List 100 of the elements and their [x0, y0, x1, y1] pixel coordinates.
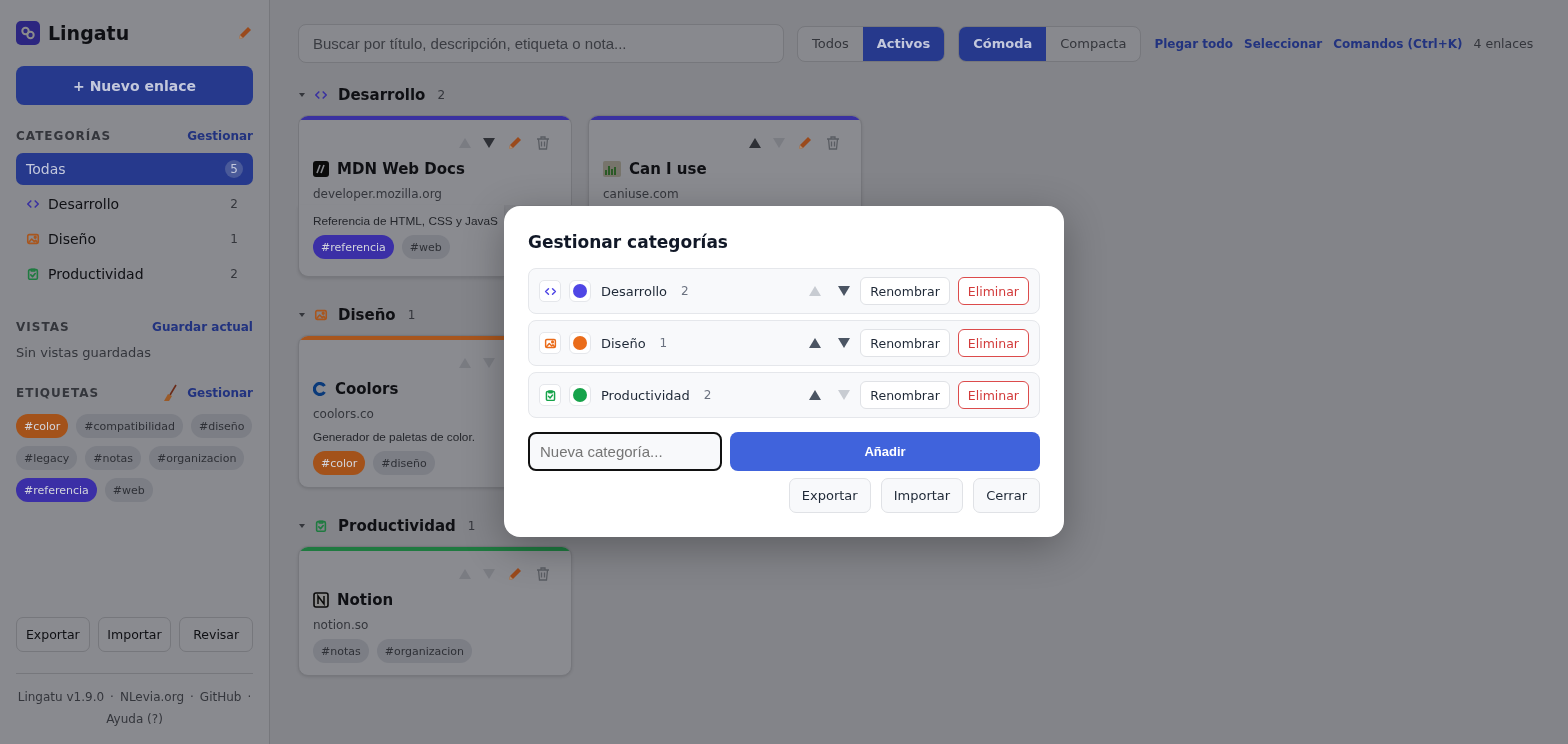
category-count: 2: [703, 388, 713, 402]
card-title: Coolors: [335, 380, 399, 398]
search-field[interactable]: Buscar por título, descripción, etiqueta o nota...: [298, 24, 784, 63]
footer-link[interactable]: GitHub: [199, 688, 242, 706]
link-card[interactable]: Notion notion.so #notas #organizacion: [298, 546, 572, 676]
dialog-button[interactable]: Importar: [880, 478, 964, 513]
caret-icon[interactable]: [298, 522, 306, 530]
move-down-icon[interactable]: [838, 338, 851, 348]
clipboard-icon: [314, 519, 328, 533]
card-title: Notion: [337, 591, 394, 609]
card-title: Can I use: [629, 160, 707, 178]
tag-chip[interactable]: #organizacion: [376, 639, 473, 663]
sidebar-button[interactable]: Exportar: [16, 617, 90, 652]
card-description: Referencia de HTML, CSS y JavaS: [313, 214, 498, 228]
section-heading: VISTAS: [16, 320, 71, 334]
edit-icon[interactable]: [797, 135, 813, 151]
section-count: 1: [407, 308, 416, 322]
card-domain: caniuse.com: [603, 187, 679, 201]
manage-link[interactable]: Gestionar: [187, 386, 253, 400]
tag-chip[interactable]: #web: [401, 235, 450, 259]
section-title[interactable]: Diseño: [338, 306, 396, 324]
category-item[interactable]: Todas 5: [16, 153, 253, 185]
favicon-icon: [313, 161, 329, 177]
delete-button[interactable]: Eliminar: [957, 381, 1029, 409]
card-domain: coolors.co: [313, 407, 374, 421]
density-tab[interactable]: Compacta: [1046, 26, 1141, 61]
dialog-button[interactable]: Exportar: [788, 478, 871, 513]
code-icon: [314, 88, 328, 102]
favicon-icon: [313, 592, 329, 608]
move-down-icon[interactable]: [838, 286, 851, 296]
section-heading: CATEGORÍAS: [16, 129, 113, 143]
new-category-field[interactable]: Nueva categoría...: [528, 432, 722, 471]
logo-icon: [16, 21, 40, 45]
move-down-icon[interactable]: [483, 138, 495, 148]
toolbar-link[interactable]: Seleccionar: [1244, 36, 1323, 51]
manage-link[interactable]: Gestionar: [187, 129, 253, 143]
save-view-link[interactable]: Guardar actual: [152, 320, 253, 334]
edit-icon[interactable]: [507, 566, 523, 582]
delete-icon[interactable]: [825, 135, 841, 151]
sidebar-button[interactable]: Importar: [97, 617, 172, 652]
version-text: Lingatu v1.9.0: [17, 689, 105, 706]
category-name: Productividad: [601, 387, 690, 403]
image-icon: [314, 308, 328, 322]
section-count: 1: [467, 519, 476, 533]
toolbar-link[interactable]: Plegar todo: [1154, 36, 1234, 51]
separator: ·: [247, 689, 252, 706]
tag-chip[interactable]: #referencia: [16, 478, 97, 502]
tag-chip[interactable]: #color: [313, 451, 366, 475]
category-item[interactable]: Desarrollo 2: [16, 188, 253, 220]
filter-tab[interactable]: Todos: [798, 26, 863, 61]
link-count: 4 enlaces: [1473, 36, 1534, 51]
section-title[interactable]: Productividad: [338, 517, 456, 535]
move-up-icon[interactable]: [809, 390, 822, 400]
toolbar-link[interactable]: Comandos (Ctrl+K): [1333, 36, 1463, 51]
separator: ·: [110, 689, 114, 706]
rename-button[interactable]: Renombrar: [860, 329, 950, 357]
caret-icon[interactable]: [298, 311, 306, 319]
category-name: Desarrollo: [601, 283, 668, 299]
footer-link[interactable]: Ayuda (?): [106, 710, 163, 728]
tag-chip[interactable]: #referencia: [313, 235, 394, 259]
move-up-icon[interactable]: [809, 338, 822, 348]
delete-icon[interactable]: [535, 566, 551, 582]
card-title: MDN Web Docs: [337, 160, 465, 178]
tag-chip[interactable]: #diseño: [373, 451, 435, 475]
edit-icon[interactable]: [507, 135, 523, 151]
section-title[interactable]: Desarrollo: [338, 86, 426, 104]
category-item[interactable]: Productividad 2: [16, 258, 253, 290]
delete-button[interactable]: Eliminar: [957, 277, 1029, 305]
tag-chip[interactable]: #color: [16, 414, 69, 438]
tag-chip[interactable]: #compatibilidad: [76, 414, 183, 438]
separator: ·: [190, 689, 194, 706]
density-tab[interactable]: Cómoda: [959, 26, 1047, 61]
empty-message: Sin vistas guardadas: [16, 345, 153, 360]
new-link-button[interactable]: + Nuevo enlace: [16, 66, 253, 105]
tag-chip[interactable]: #notas: [313, 639, 369, 663]
app-name: Lingatu: [48, 22, 131, 44]
sidebar-button[interactable]: Revisar: [179, 617, 253, 652]
link-card[interactable]: MDN Web Docs developer.mozilla.org: [298, 115, 572, 205]
tag-chip[interactable]: #diseño: [191, 414, 253, 438]
move-up-icon[interactable]: [749, 138, 761, 148]
tag-chip[interactable]: #organizacion: [149, 446, 245, 470]
delete-button[interactable]: Eliminar: [957, 329, 1029, 357]
category-item[interactable]: Diseño 1: [16, 223, 253, 255]
broom-icon[interactable]: [163, 384, 180, 402]
card-description: Generador de paletas de color.: [313, 430, 475, 444]
category-count: 1: [659, 336, 669, 350]
delete-icon[interactable]: [535, 135, 551, 151]
add-button[interactable]: Añadir: [730, 432, 1040, 471]
edit-icon[interactable]: [237, 25, 253, 41]
category-name: Diseño: [601, 335, 646, 351]
footer-link[interactable]: NLevia.org: [119, 688, 185, 706]
caret-icon[interactable]: [298, 91, 306, 99]
tag-chip[interactable]: #notas: [85, 446, 142, 470]
tag-chip[interactable]: #web: [104, 478, 153, 502]
dialog-button[interactable]: Cerrar: [973, 478, 1040, 513]
favicon-icon: [313, 382, 327, 396]
filter-tab[interactable]: Activos: [862, 26, 945, 61]
tag-chip[interactable]: #legacy: [16, 446, 78, 470]
rename-button[interactable]: Renombrar: [860, 277, 950, 305]
rename-button[interactable]: Renombrar: [860, 381, 950, 409]
